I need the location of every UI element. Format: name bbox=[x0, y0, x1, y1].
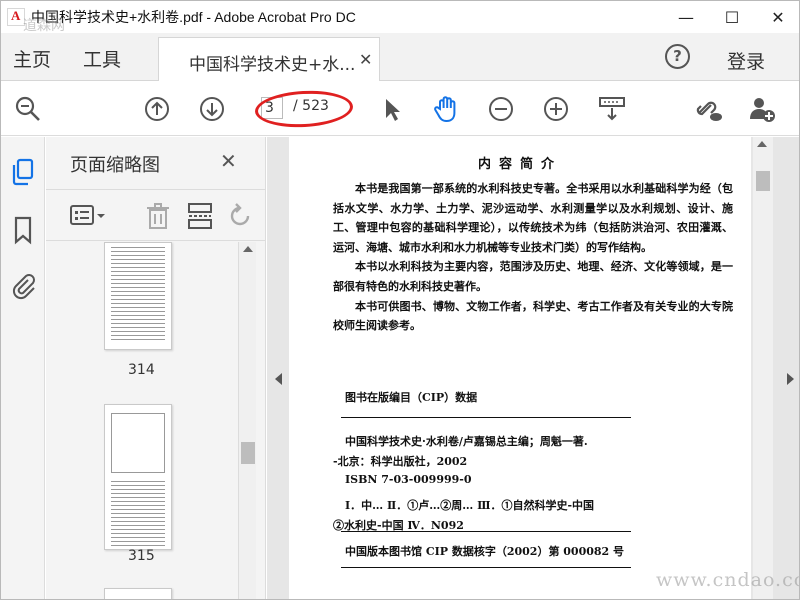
document-tab[interactable]: 中国科学技术史+水... ✕ bbox=[158, 37, 380, 81]
thumbnail-number: 315 bbox=[128, 548, 155, 564]
delete-page-icon[interactable] bbox=[144, 202, 172, 230]
watermark-bottom-right: www.cndao.com bbox=[656, 569, 799, 591]
insert-page-icon[interactable] bbox=[186, 202, 214, 230]
collapse-left-icon[interactable] bbox=[275, 373, 282, 385]
page-heading: 内容简介 bbox=[477, 157, 562, 172]
thumbnail-scrollbar[interactable] bbox=[238, 242, 256, 599]
maximize-button[interactable]: ☐ bbox=[709, 1, 755, 33]
help-button[interactable]: ? bbox=[665, 44, 690, 69]
thumbnail-number: 314 bbox=[128, 362, 155, 378]
cip-line: Ⅰ．中… Ⅱ．①卢…②周… Ⅲ．①自然科学史-中国 bbox=[345, 499, 595, 512]
hand-tool-icon[interactable] bbox=[431, 94, 461, 124]
paragraph-2: 本书以水利科技为主要内容，范围涉及历史、地理、经济、文化等领域，是一部很有特色的… bbox=[333, 260, 733, 293]
panel-title: 页面缩略图 bbox=[70, 155, 160, 176]
scroll-up-icon[interactable] bbox=[757, 141, 767, 147]
select-arrow-icon[interactable] bbox=[377, 94, 407, 124]
document-scrollbar[interactable] bbox=[753, 137, 773, 599]
menu-bar: 主页 工具 中国科学技术史+水... ✕ ? 登录 bbox=[1, 33, 799, 81]
thumbnail-scroll-thumb[interactable] bbox=[241, 442, 255, 464]
page-down-icon[interactable] bbox=[197, 94, 227, 124]
options-menu-icon[interactable] bbox=[70, 202, 105, 230]
close-tab-icon[interactable]: ✕ bbox=[359, 50, 372, 69]
cip-line: -北京：科学出版社，2002 bbox=[333, 455, 468, 468]
menu-home[interactable]: 主页 bbox=[13, 45, 51, 72]
thumbnail-page-315[interactable] bbox=[104, 404, 172, 550]
thumbnail-page-314[interactable] bbox=[104, 242, 172, 350]
watermark-top-left: 道森网 bbox=[23, 18, 65, 34]
share-link-icon[interactable] bbox=[693, 94, 723, 124]
zoom-minus-icon[interactable] bbox=[486, 94, 516, 124]
paragraph-1: 本书是我国第一部系统的水利科技史专著。全书采用以水利基础科学为经（包括水文学、水… bbox=[333, 182, 733, 254]
window-title: 中国科学技术史+水利卷.pdf - Adobe Acrobat Pro DC bbox=[31, 9, 356, 25]
scroll-up-icon[interactable] bbox=[243, 246, 253, 252]
zoom-out-icon[interactable] bbox=[13, 94, 43, 124]
minimize-button[interactable]: — bbox=[663, 1, 709, 33]
toolbar: 3 / 523 bbox=[1, 82, 799, 136]
acrobat-window: 中国科学技术史+水利卷.pdf - Adobe Acrobat Pro DC —… bbox=[0, 0, 800, 600]
document-tab-label: 中国科学技术史+水... bbox=[189, 55, 356, 75]
add-user-icon[interactable] bbox=[747, 94, 777, 124]
divider bbox=[341, 531, 631, 532]
panel-toolbar bbox=[46, 189, 266, 241]
divider bbox=[341, 567, 631, 568]
thumbnail-panel: 页面缩略图 ✕ 314 315 bbox=[46, 137, 266, 599]
page-up-icon[interactable] bbox=[142, 94, 172, 124]
divider bbox=[341, 417, 631, 418]
scroll-mode-icon[interactable] bbox=[597, 94, 627, 124]
thumbnail-list: 314 315 bbox=[46, 242, 256, 599]
zoom-plus-icon[interactable] bbox=[541, 94, 571, 124]
navigation-rail bbox=[1, 137, 45, 599]
rotate-page-icon[interactable] bbox=[226, 202, 254, 230]
attachments-icon[interactable] bbox=[9, 272, 37, 302]
close-window-button[interactable]: ✕ bbox=[755, 1, 799, 33]
cip-line: 中国科学技术史·水利卷/卢嘉锡总主编；周魁一著. bbox=[345, 435, 588, 448]
paragraph-3: 本书可供图书、博物、文物工作者，科学史、考古工作者及有关专业的大专院校师生阅读参… bbox=[333, 299, 733, 333]
pdf-page: 内容简介 本书是我国第一部系统的水利科技史专著。全书采用以水利基础科学为经（包括… bbox=[289, 137, 751, 599]
title-bar: 中国科学技术史+水利卷.pdf - Adobe Acrobat Pro DC —… bbox=[1, 1, 799, 33]
collapse-right-icon[interactable] bbox=[787, 373, 794, 385]
thumbnail-page-316[interactable] bbox=[104, 588, 172, 599]
document-viewer: 内容简介 本书是我国第一部系统的水利科技史专著。全书采用以水利基础科学为经（包括… bbox=[267, 137, 799, 599]
intro-body: 本书是我国第一部系统的水利科技史专著。全书采用以水利基础科学为经（包括水文学、水… bbox=[333, 179, 733, 336]
close-panel-icon[interactable]: ✕ bbox=[220, 149, 237, 173]
thumbnail-map-figure bbox=[111, 413, 165, 473]
menu-tools[interactable]: 工具 bbox=[83, 45, 121, 72]
document-scroll-thumb[interactable] bbox=[756, 171, 770, 191]
cip-line: ISBN 7-03-009999-0 bbox=[345, 473, 472, 486]
cip-line: 中国版本图书馆 CIP 数据核字（2002）第 000082 号 bbox=[345, 545, 625, 558]
cip-title: 图书在版编目（CIP）数据 bbox=[345, 391, 478, 404]
bookmarks-icon[interactable] bbox=[9, 215, 37, 245]
page-thumbnails-icon[interactable] bbox=[9, 157, 37, 187]
login-button[interactable]: 登录 bbox=[727, 47, 765, 74]
